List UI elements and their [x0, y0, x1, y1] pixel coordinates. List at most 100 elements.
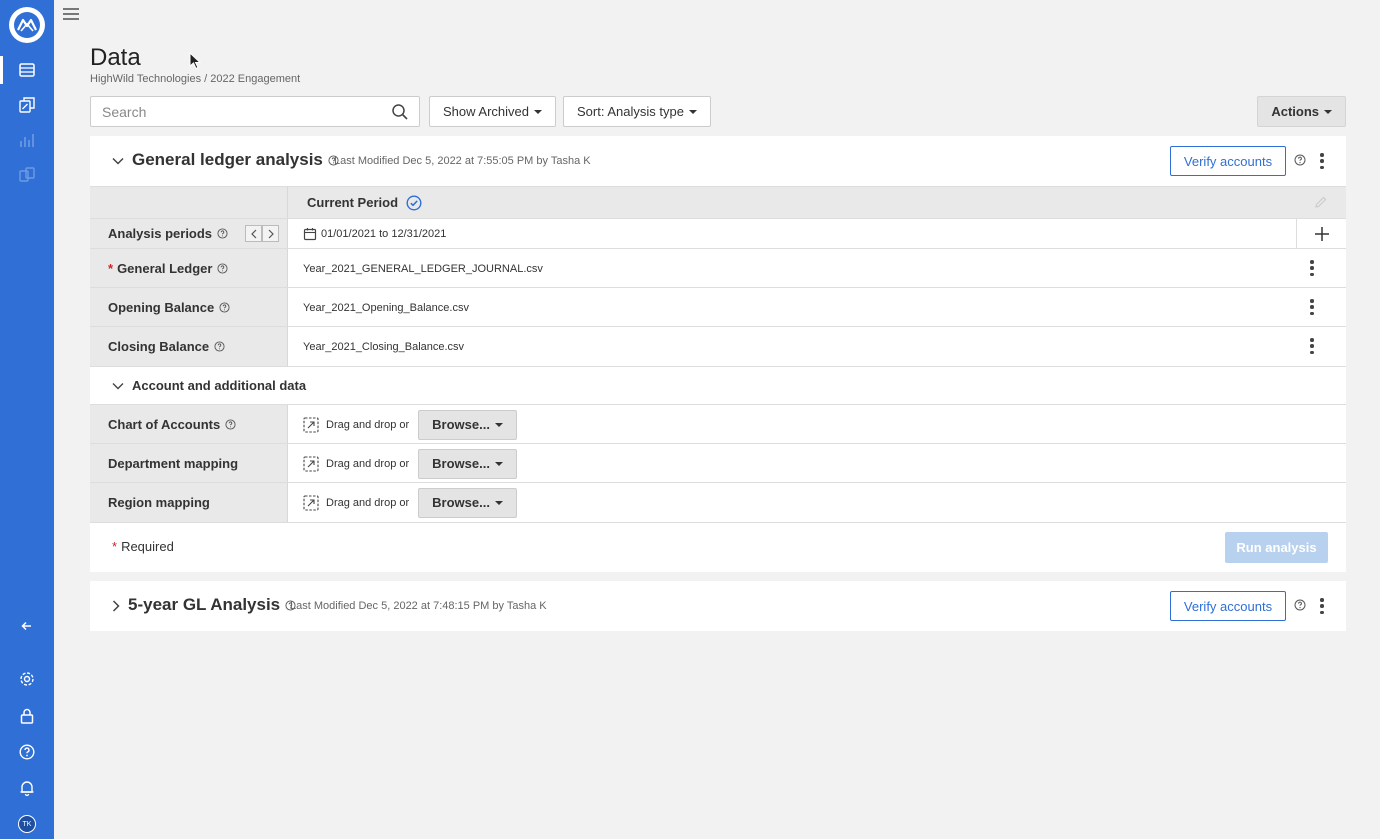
- verify-accounts-button[interactable]: Verify accounts: [1170, 591, 1286, 621]
- chevron-right-icon: [268, 229, 274, 238]
- actions-label: Actions: [1271, 104, 1319, 119]
- analysis-periods-row: Analysis periods 01/01/2021 to 12/31/202…: [90, 218, 1346, 248]
- drop-text: Drag and drop or: [326, 457, 410, 470]
- database-icon: [19, 63, 35, 77]
- required-mark: *: [108, 261, 114, 276]
- logo-icon[interactable]: [9, 7, 45, 43]
- chevron-down-icon[interactable]: [111, 154, 125, 168]
- chart-icon: [20, 134, 34, 147]
- card-title-text: 5-year GL Analysis: [128, 595, 281, 614]
- sidebar-item-documents[interactable]: [0, 87, 54, 123]
- more-options-icon[interactable]: [1310, 260, 1314, 276]
- chevron-right-icon[interactable]: [109, 599, 123, 613]
- closing-balance-text: Closing Balance: [108, 339, 210, 354]
- browse-button[interactable]: Browse...: [418, 448, 517, 479]
- required-note-text: Required: [121, 539, 174, 554]
- upload-row: Department mapping Drag and drop or Brow…: [90, 443, 1346, 483]
- upload-row: Region mapping Drag and drop or Browse..…: [90, 482, 1346, 523]
- bell-icon: [20, 781, 34, 797]
- opening-balance-text: Opening Balance: [108, 300, 215, 315]
- analysis-card-5-year: 5-year GL Analysis Last Modified Dec 5, …: [90, 581, 1346, 631]
- toolbar: Show Archived Sort: Analysis type Action…: [90, 96, 1346, 127]
- general-ledger-row: * General Ledger Year_2021_GENERAL_LEDGE…: [90, 248, 1346, 288]
- department-mapping-label: Department mapping: [90, 444, 288, 483]
- sidebar-item-transfer[interactable]: [0, 157, 54, 193]
- help-icon[interactable]: [217, 263, 228, 274]
- help-icon[interactable]: [219, 302, 230, 313]
- search-icon[interactable]: [391, 103, 409, 121]
- mouse-cursor-icon: [189, 52, 201, 70]
- account-additional-data-section: Account and additional data: [90, 366, 1346, 404]
- transfer-icon: [19, 167, 35, 182]
- search-box: [90, 96, 420, 127]
- sidebar-item-charts[interactable]: [0, 122, 54, 158]
- browse-button[interactable]: Browse...: [418, 409, 517, 440]
- gear-icon: [20, 672, 34, 686]
- analysis-card-general-ledger: General ledger analysis Last Modified De…: [90, 136, 1346, 572]
- next-period-button[interactable]: [262, 225, 279, 242]
- more-options-icon[interactable]: [1320, 598, 1324, 614]
- last-modified: Last Modified Dec 5, 2022 at 7:48:15 PM …: [290, 600, 547, 612]
- caret-down-icon: [494, 461, 503, 466]
- prev-period-button[interactable]: [245, 225, 262, 242]
- help-icon[interactable]: [1294, 154, 1306, 166]
- more-options-icon[interactable]: [1310, 299, 1314, 315]
- check-circle-icon: [406, 195, 422, 211]
- sidebar-item-notifications[interactable]: [0, 770, 54, 806]
- drop-zone[interactable]: Drag and drop or Browse...: [289, 444, 1346, 483]
- analysis-period-value[interactable]: 01/01/2021 to 12/31/2021: [289, 219, 1346, 248]
- search-input[interactable]: [91, 97, 381, 126]
- run-analysis-button[interactable]: Run analysis: [1225, 532, 1328, 563]
- caret-down-icon: [494, 500, 503, 505]
- sort-label: Sort: Analysis type: [577, 104, 684, 119]
- analysis-periods-label: Analysis periods: [90, 219, 288, 248]
- help-icon: [19, 744, 35, 760]
- chevron-left-icon: [250, 229, 256, 238]
- pencil-icon[interactable]: [1314, 195, 1328, 209]
- drop-text: Drag and drop or: [326, 418, 410, 431]
- drag-drop-icon: [303, 416, 319, 433]
- hamburger-menu-button[interactable]: [62, 5, 80, 23]
- calendar-icon: [303, 227, 317, 240]
- closing-balance-file[interactable]: Year_2021_Closing_Balance.csv: [289, 327, 1346, 366]
- sort-dropdown[interactable]: Sort: Analysis type: [563, 96, 711, 127]
- browse-label: Browse...: [432, 495, 490, 510]
- help-icon[interactable]: [214, 341, 225, 352]
- collapse-sidebar-button[interactable]: [0, 608, 54, 644]
- last-modified: Last Modified Dec 5, 2022 at 7:55:05 PM …: [334, 155, 591, 167]
- closing-balance-row: Closing Balance Year_2021_Closing_Balanc…: [90, 326, 1346, 366]
- upload-label-text: Department mapping: [108, 456, 239, 471]
- lock-icon: [20, 708, 34, 724]
- sidebar-item-settings[interactable]: [0, 661, 54, 697]
- show-archived-dropdown[interactable]: Show Archived: [429, 96, 556, 127]
- sidebar-item-security[interactable]: [0, 698, 54, 734]
- browse-label: Browse...: [432, 417, 490, 432]
- opening-balance-label: Opening Balance: [90, 288, 288, 327]
- caret-down-icon: [534, 109, 542, 114]
- caret-down-icon: [494, 422, 503, 427]
- more-options-icon[interactable]: [1310, 338, 1314, 354]
- help-icon[interactable]: [1294, 599, 1306, 611]
- add-period-button[interactable]: [1296, 219, 1346, 248]
- upload-label-text: Chart of Accounts: [108, 417, 221, 432]
- page-title: Data: [90, 44, 141, 71]
- drop-zone[interactable]: Drag and drop or Browse...: [289, 483, 1346, 522]
- drop-zone[interactable]: Drag and drop or Browse...: [289, 405, 1346, 444]
- help-icon[interactable]: [225, 419, 236, 430]
- caret-down-icon: [1324, 109, 1332, 114]
- browse-label: Browse...: [432, 456, 490, 471]
- card-header: General ledger analysis Last Modified De…: [90, 136, 1346, 186]
- actions-dropdown[interactable]: Actions: [1257, 96, 1346, 127]
- help-icon[interactable]: [217, 228, 228, 239]
- breadcrumb[interactable]: HighWild Technologies / 2022 Engagement: [90, 73, 300, 85]
- browse-button[interactable]: Browse...: [418, 487, 517, 518]
- opening-balance-file[interactable]: Year_2021_Opening_Balance.csv: [289, 288, 1346, 327]
- sidebar-item-data[interactable]: [0, 52, 54, 88]
- sidebar-item-help[interactable]: [0, 734, 54, 770]
- upload-label-text: Region mapping: [108, 495, 210, 510]
- general-ledger-file[interactable]: Year_2021_GENERAL_LEDGER_JOURNAL.csv: [289, 249, 1346, 288]
- verify-accounts-button[interactable]: Verify accounts: [1170, 146, 1286, 176]
- more-options-icon[interactable]: [1320, 153, 1324, 169]
- avatar[interactable]: TK: [18, 815, 36, 833]
- chevron-down-icon[interactable]: [111, 379, 125, 393]
